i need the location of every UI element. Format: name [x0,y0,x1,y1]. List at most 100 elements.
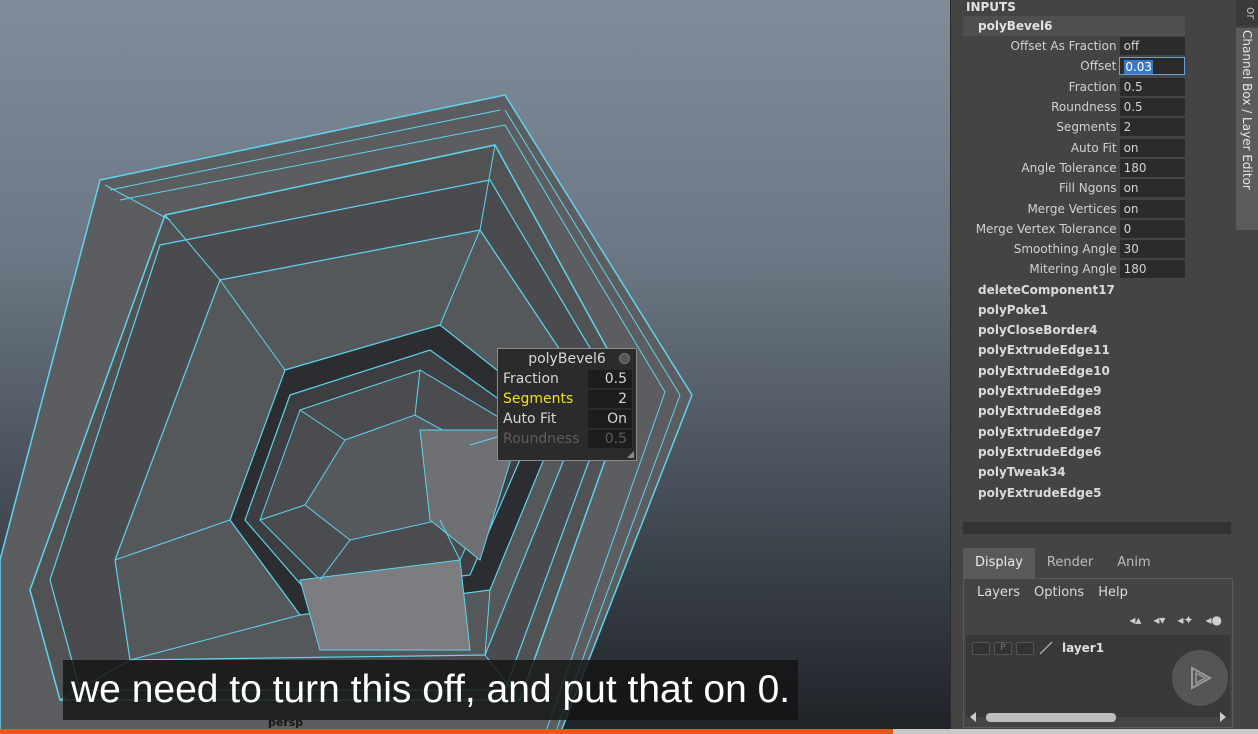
channel-attribute-value[interactable]: 0 [1119,219,1185,238]
tab-anim[interactable]: Anim [1105,548,1162,578]
bevel-mesh [0,94,693,734]
channel-attribute-name[interactable]: Auto Fit [963,141,1120,155]
channel-attribute-value[interactable]: on [1119,199,1185,218]
ive-value: 0.5 [588,429,632,448]
menu-layers[interactable]: Layers [977,585,1020,600]
input-node-header[interactable]: polyBevel6 [963,16,1185,36]
channel-attribute-name[interactable]: Segments [963,120,1120,134]
video-progress-bar[interactable] [0,729,1258,734]
ive-row-auto-fit[interactable]: Auto Fit On [498,409,636,428]
ive-row-segments[interactable]: Segments 2 [498,389,636,408]
layer-name[interactable]: layer1 [1062,641,1104,655]
layer-color-icon[interactable] [1038,641,1054,655]
channel-attribute-row[interactable]: Smoothing Angle 30 [963,239,1185,259]
inputs-header: INPUTS [966,0,1016,14]
history-node[interactable]: polyExtrudeEdge5 [963,483,1185,503]
scroll-left-icon[interactable] [970,712,976,722]
new-layer-icon[interactable]: ◂● [1206,613,1223,627]
in-view-editor-title: polyBevel6 [498,349,636,369]
channel-attribute-row[interactable]: Merge Vertex Tolerance 0 [963,219,1185,239]
channel-attribute-row[interactable]: Auto Fit on [963,137,1185,157]
channel-attribute-name[interactable]: Offset As Fraction [963,39,1120,53]
scroll-right-icon[interactable] [1220,712,1226,722]
selected-text: 0.03 [1124,60,1154,75]
tab-display[interactable]: Display [963,548,1035,578]
history-node[interactable]: deleteComponent17 [963,280,1185,300]
history-node[interactable]: polyExtrudeEdge10 [963,361,1185,381]
channel-attribute-name[interactable]: Fill Ngons [963,181,1120,195]
channel-attribute-name[interactable]: Mitering Angle [963,262,1120,276]
channel-attribute-name[interactable]: Smoothing Angle [963,242,1120,256]
viewport-3d[interactable]: polyBevel6 Fraction 0.5 Segments 2 Auto … [0,0,950,734]
channel-attribute-row[interactable]: Offset As Fraction off [963,36,1185,56]
ive-value[interactable]: On [588,409,632,428]
scroll-thumb[interactable] [986,713,1116,722]
history-node[interactable]: polyExtrudeEdge8 [963,401,1185,421]
channel-attribute-name[interactable]: Fraction [963,80,1120,94]
history-node[interactable]: polyExtrudeEdge9 [963,381,1185,401]
channel-attribute-value[interactable]: 180 [1119,260,1185,279]
history-node[interactable]: polyPoke1 [963,300,1185,320]
channel-attribute-row[interactable]: Segments 2 [963,117,1185,137]
channel-attribute-value[interactable]: on [1119,138,1185,157]
channel-attribute-row[interactable]: Fill Ngons on [963,178,1185,198]
channel-attribute-value[interactable]: on [1119,179,1185,198]
move-layer-up-icon[interactable]: ◂▴ [1129,613,1141,627]
in-view-editor-menu-icon[interactable] [619,353,630,364]
channel-attribute-row[interactable]: Mitering Angle 180 [963,259,1185,279]
channel-attribute-name[interactable]: Merge Vertices [963,202,1120,216]
resize-grip-icon[interactable] [627,451,634,458]
channel-attribute-row[interactable]: Roundness 0.5 [963,97,1185,117]
ive-label: Fraction [503,370,559,387]
video-progress-fill [0,729,894,734]
attribute-list: Offset As Fraction off Offset 0.03 Fraction 0… [963,36,1185,280]
channel-attribute-value[interactable]: 2 [1119,118,1185,137]
channel-attribute-value[interactable]: 0.03 [1119,57,1185,76]
history-node[interactable]: polyExtrudeEdge7 [963,422,1185,442]
channel-box: INPUTS polyBevel6 Offset As Fraction off O… [963,0,1185,503]
visibility-toggle[interactable] [972,641,990,655]
playback-toggle[interactable]: P [994,641,1012,655]
channel-attribute-name[interactable]: Roundness [963,100,1120,114]
ive-label: Roundness [503,430,580,447]
ive-label: Segments [503,390,574,407]
channel-attribute-row[interactable]: Offset 0.03 [963,56,1185,76]
play-icon [1191,666,1213,690]
history-list: deleteComponent17 polyPoke1 polyCloseBorde… [963,280,1185,503]
history-node[interactable]: polyTweak34 [963,462,1185,482]
ive-row-roundness: Roundness 0.5 [498,429,636,448]
ive-value[interactable]: 2 [588,389,632,408]
layer-editor-menubar: Layers Options Help [964,579,1232,600]
tab-channel-box-layer-editor[interactable]: Channel Box / Layer Editor [1236,28,1258,230]
new-layer-from-selected-icon[interactable]: ◂✦ [1177,613,1193,627]
menu-help[interactable]: Help [1098,585,1128,600]
history-node[interactable]: polyCloseBorder4 [963,320,1185,340]
panel-divider[interactable] [963,522,1231,534]
history-node[interactable]: polyExtrudeEdge6 [963,442,1185,462]
channel-attribute-name[interactable]: Merge Vertex Tolerance [963,222,1120,236]
side-tab-fragment[interactable]: or [1236,0,1258,26]
menu-options[interactable]: Options [1034,585,1084,600]
layer-tools: ◂▴ ◂▾ ◂✦ ◂● [1129,613,1222,627]
channel-attribute-name[interactable]: Angle Tolerance [963,161,1120,175]
tab-render[interactable]: Render [1035,548,1105,578]
channel-attribute-value[interactable]: 0.5 [1119,98,1185,117]
channel-attribute-row[interactable]: Fraction 0.5 [963,77,1185,97]
channel-attribute-value[interactable]: 0.5 [1119,77,1185,96]
channel-attribute-name[interactable]: Offset [963,59,1119,73]
ive-value[interactable]: 0.5 [588,369,632,388]
channel-attribute-value[interactable]: 30 [1119,240,1185,259]
channel-attribute-value[interactable]: 180 [1119,158,1185,177]
channel-attribute-value[interactable]: off [1119,37,1185,56]
video-subtitle: we need to turn this off, and put that o… [63,660,799,720]
video-play-button[interactable] [1172,650,1228,706]
channel-attribute-row[interactable]: Angle Tolerance 180 [963,158,1185,178]
display-type-toggle[interactable] [1016,641,1034,655]
move-layer-down-icon[interactable]: ◂▾ [1153,613,1165,627]
history-node[interactable]: polyExtrudeEdge11 [963,340,1185,360]
layer-scrollbar[interactable] [970,711,1226,723]
channel-attribute-row[interactable]: Merge Vertices on [963,198,1185,218]
in-view-editor-node-name: polyBevel6 [528,351,606,367]
ive-row-fraction[interactable]: Fraction 0.5 [498,369,636,388]
in-view-editor[interactable]: polyBevel6 Fraction 0.5 Segments 2 Auto … [497,348,637,461]
